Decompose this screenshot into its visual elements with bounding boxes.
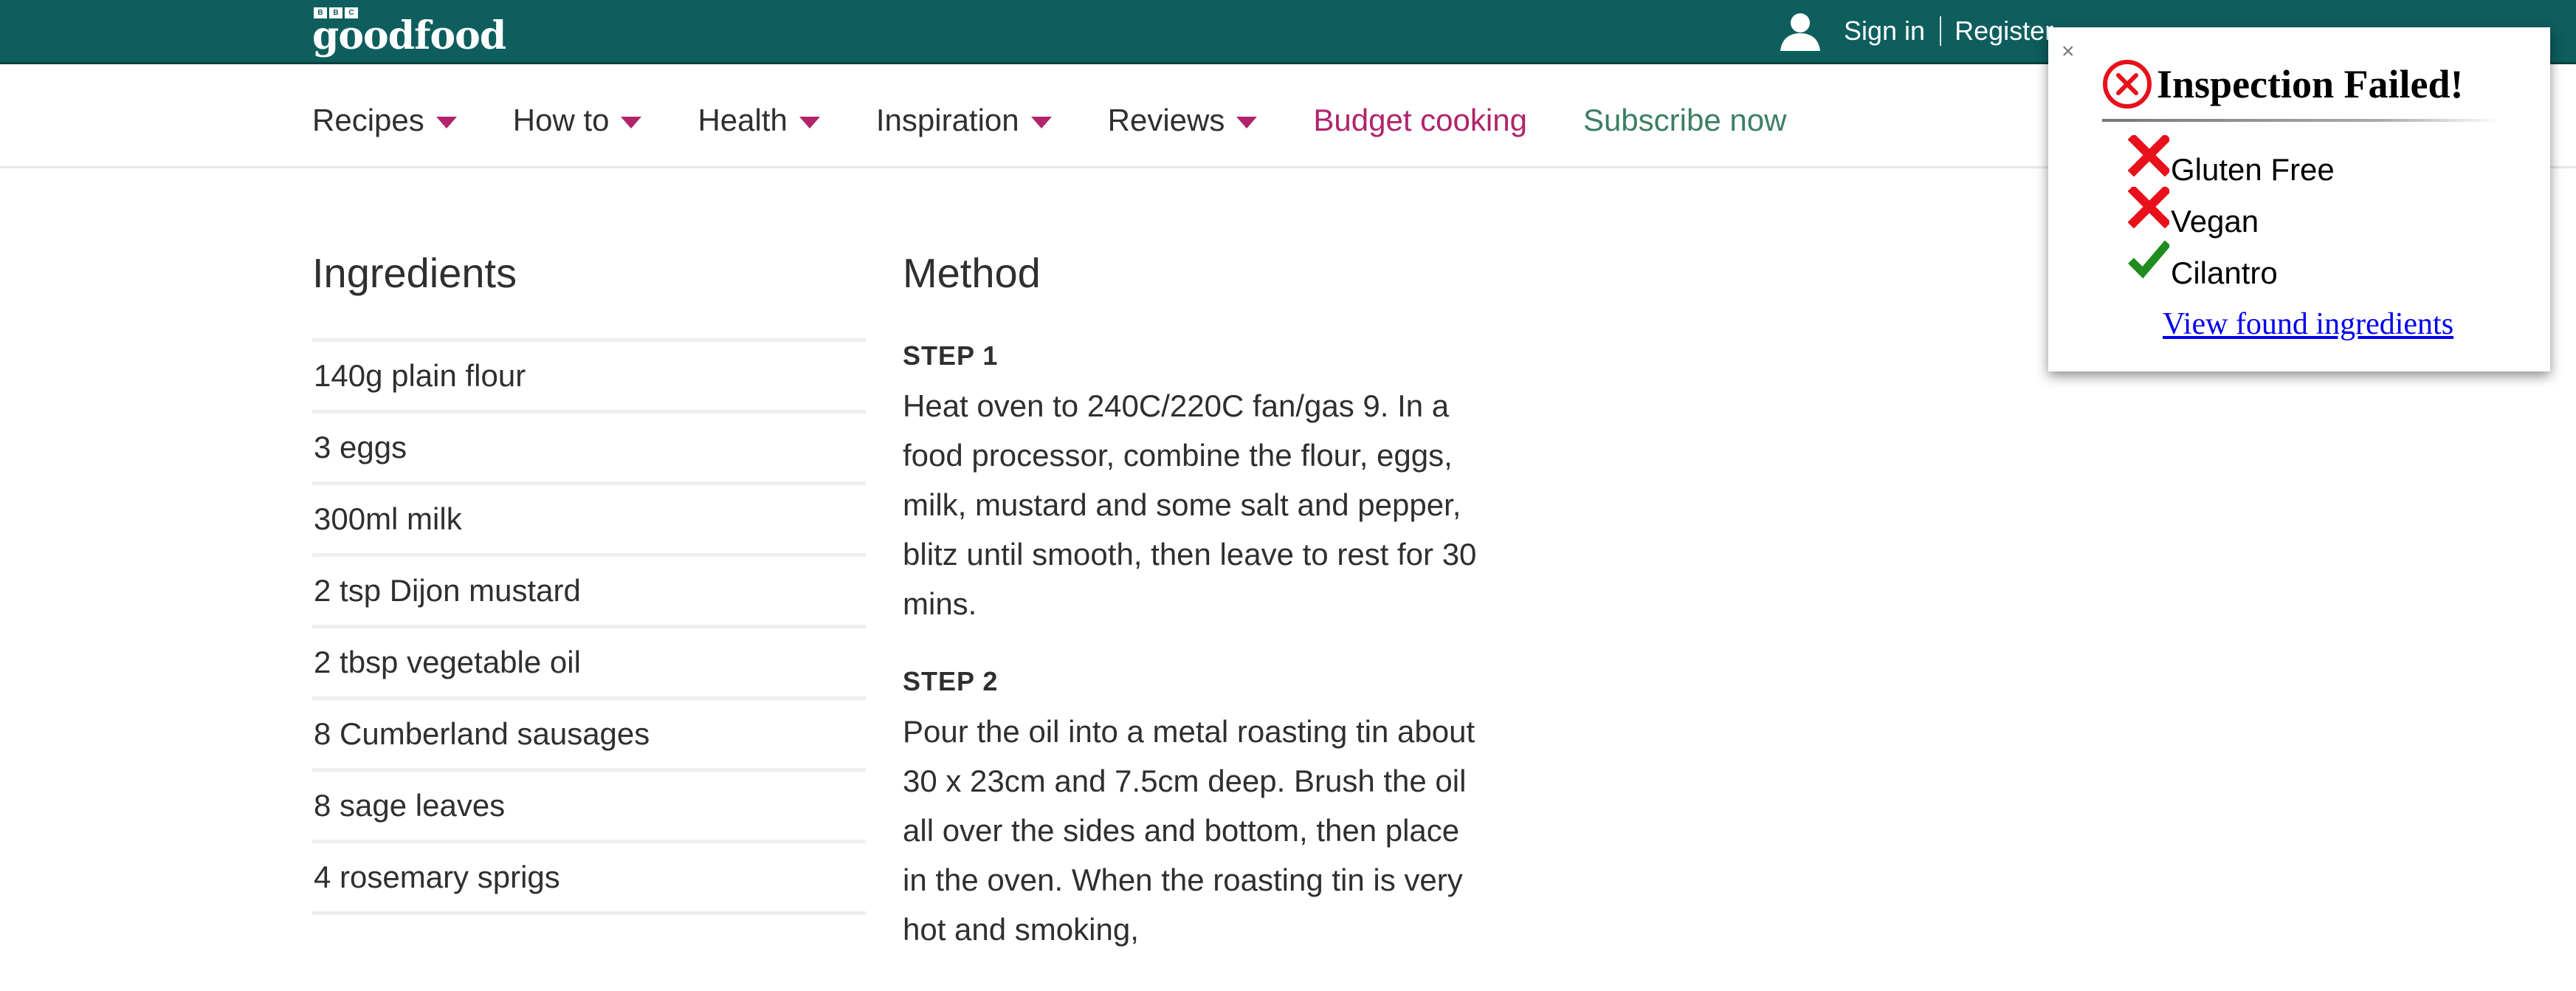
ingredient-item: 2 tsp Dijon mustard: [312, 557, 866, 628]
step-label: STEP 2: [903, 666, 999, 696]
green-check-icon: [2128, 240, 2169, 279]
view-found-ingredients-link[interactable]: View found ingredients: [2163, 306, 2453, 342]
ingredient-item: 140g plain flour: [312, 342, 866, 414]
register-link[interactable]: Register: [1955, 16, 2053, 47]
nav-how-to[interactable]: How to: [513, 103, 642, 138]
ingredients-list: 140g plain flour 3 eggs 300ml milk 2 tsp…: [312, 342, 866, 915]
nav-health[interactable]: Health: [698, 103, 820, 138]
nav-budget-cooking[interactable]: Budget cooking: [1313, 103, 1527, 138]
caret-down-icon: [1236, 117, 1258, 128]
nav-subscribe[interactable]: Subscribe now: [1583, 103, 1786, 138]
step-text: Pour the oil into a metal roasting tin a…: [903, 714, 1475, 947]
nav-reviews[interactable]: Reviews: [1108, 103, 1258, 138]
ingredient-item: 8 sage leaves: [312, 772, 866, 843]
popup-title: Inspection Failed!: [2157, 62, 2464, 106]
caret-down-icon: [435, 117, 457, 128]
caret-down-icon: [1030, 117, 1052, 128]
method-section: Method STEP 1 Heat oven to 240C/220C fan…: [903, 244, 1478, 991]
step-label: STEP 1: [903, 340, 999, 371]
failed-circle-icon: [2103, 60, 2152, 109]
check-cilantro: Cilantro: [2128, 240, 2335, 293]
inspection-popup: × Inspection Failed! Gluten Free Vegan C…: [2048, 27, 2550, 371]
close-icon[interactable]: ×: [2062, 41, 2075, 63]
nav-inspiration[interactable]: Inspiration: [876, 103, 1052, 138]
account-area: Sign in Register: [1777, 10, 2053, 52]
brand-name: goodfood: [312, 13, 506, 58]
ingredient-item: 4 rosemary sprigs: [312, 843, 866, 915]
ingredient-item: 300ml milk: [312, 485, 866, 557]
check-list: Gluten Free Vegan Cilantro: [2128, 135, 2335, 293]
user-icon[interactable]: [1777, 11, 1823, 51]
step-text: Heat oven to 240C/220C fan/gas 9. In a f…: [903, 388, 1477, 621]
ingredient-item: 8 Cumberland sausages: [312, 700, 866, 772]
method-heading: Method: [903, 250, 1041, 296]
ingredient-item: 3 eggs: [312, 414, 866, 485]
popup-header: Inspection Failed!: [2102, 59, 2464, 109]
divider: [1940, 16, 1942, 46]
sign-in-link[interactable]: Sign in: [1844, 16, 1925, 47]
check-gluten-free: Gluten Free: [2128, 135, 2335, 190]
nav-recipes[interactable]: Recipes: [312, 103, 457, 138]
ingredients-section: Ingredients 140g plain flour 3 eggs 300m…: [312, 244, 866, 915]
ingredients-heading: Ingredients: [312, 244, 866, 342]
divider: [2102, 119, 2501, 122]
caret-down-icon: [799, 117, 820, 128]
red-x-icon: [2128, 187, 2169, 228]
check-vegan: Vegan: [2128, 187, 2335, 241]
caret-down-icon: [621, 117, 642, 128]
goodfood-logo[interactable]: B B C goodfood: [312, 7, 506, 55]
red-x-icon: [2128, 135, 2169, 176]
ingredient-item: 2 tbsp vegetable oil: [312, 628, 866, 700]
